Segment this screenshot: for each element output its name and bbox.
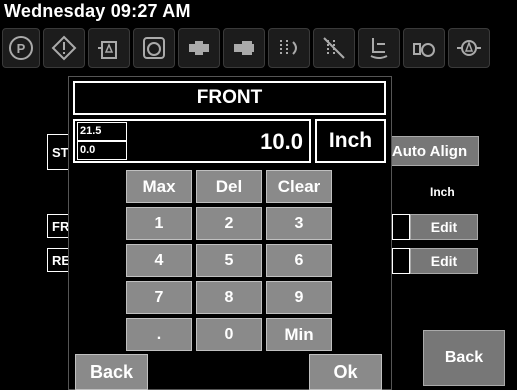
- gauge-icon[interactable]: [133, 28, 175, 68]
- sections-icon[interactable]: [268, 28, 310, 68]
- no-spray-icon[interactable]: [313, 28, 355, 68]
- key-2[interactable]: 2: [196, 207, 262, 240]
- key-7[interactable]: 7: [126, 281, 192, 314]
- bg-rear-field: [392, 248, 410, 274]
- clear-key[interactable]: Clear: [266, 170, 332, 203]
- svg-text:P: P: [17, 41, 26, 56]
- nozzle-icon[interactable]: [448, 28, 490, 68]
- bg-unit-label: Inch: [430, 185, 455, 199]
- value-field[interactable]: 21.5 0.0 10.0: [73, 119, 311, 163]
- bg-front-field: [392, 214, 410, 240]
- warning-icon[interactable]: [43, 28, 85, 68]
- key-4[interactable]: 4: [126, 244, 192, 277]
- tank-icon[interactable]: [88, 28, 130, 68]
- value-display: 10.0: [260, 129, 303, 154]
- edit-rear-button[interactable]: Edit: [410, 248, 478, 274]
- min-key[interactable]: Min: [266, 318, 332, 351]
- datetime: Wednesday 09:27 AM: [4, 1, 191, 21]
- key-0[interactable]: 0: [196, 318, 262, 351]
- dialog-title: FRONT: [73, 81, 386, 115]
- edit-front-button[interactable]: Edit: [410, 214, 478, 240]
- ok-button[interactable]: Ok: [309, 354, 382, 390]
- hand-spray-icon[interactable]: [358, 28, 400, 68]
- key-5[interactable]: 5: [196, 244, 262, 277]
- key-8[interactable]: 8: [196, 281, 262, 314]
- flow-icon[interactable]: [403, 28, 445, 68]
- hitch-icon-2[interactable]: [223, 28, 265, 68]
- max-key[interactable]: Max: [126, 170, 192, 203]
- key-3[interactable]: 3: [266, 207, 332, 240]
- key-1[interactable]: 1: [126, 207, 192, 240]
- key-decimal[interactable]: .: [126, 318, 192, 351]
- del-key[interactable]: Del: [196, 170, 262, 203]
- auto-align-button[interactable]: Auto Align: [380, 136, 479, 166]
- hitch-icon[interactable]: [178, 28, 220, 68]
- back-button[interactable]: Back: [423, 330, 505, 386]
- parking-icon[interactable]: P: [2, 28, 40, 68]
- status-bar: Wednesday 09:27 AM P: [0, 0, 517, 78]
- min-limit: 0.0: [77, 141, 127, 160]
- unit-button[interactable]: Inch: [315, 119, 386, 163]
- max-limit: 21.5: [77, 122, 127, 141]
- keypad-dialog: FRONT 21.5 0.0 10.0 Inch Max Del Clear 1…: [68, 76, 392, 390]
- key-9[interactable]: 9: [266, 281, 332, 314]
- key-6[interactable]: 6: [266, 244, 332, 277]
- dialog-back-button[interactable]: Back: [75, 354, 148, 390]
